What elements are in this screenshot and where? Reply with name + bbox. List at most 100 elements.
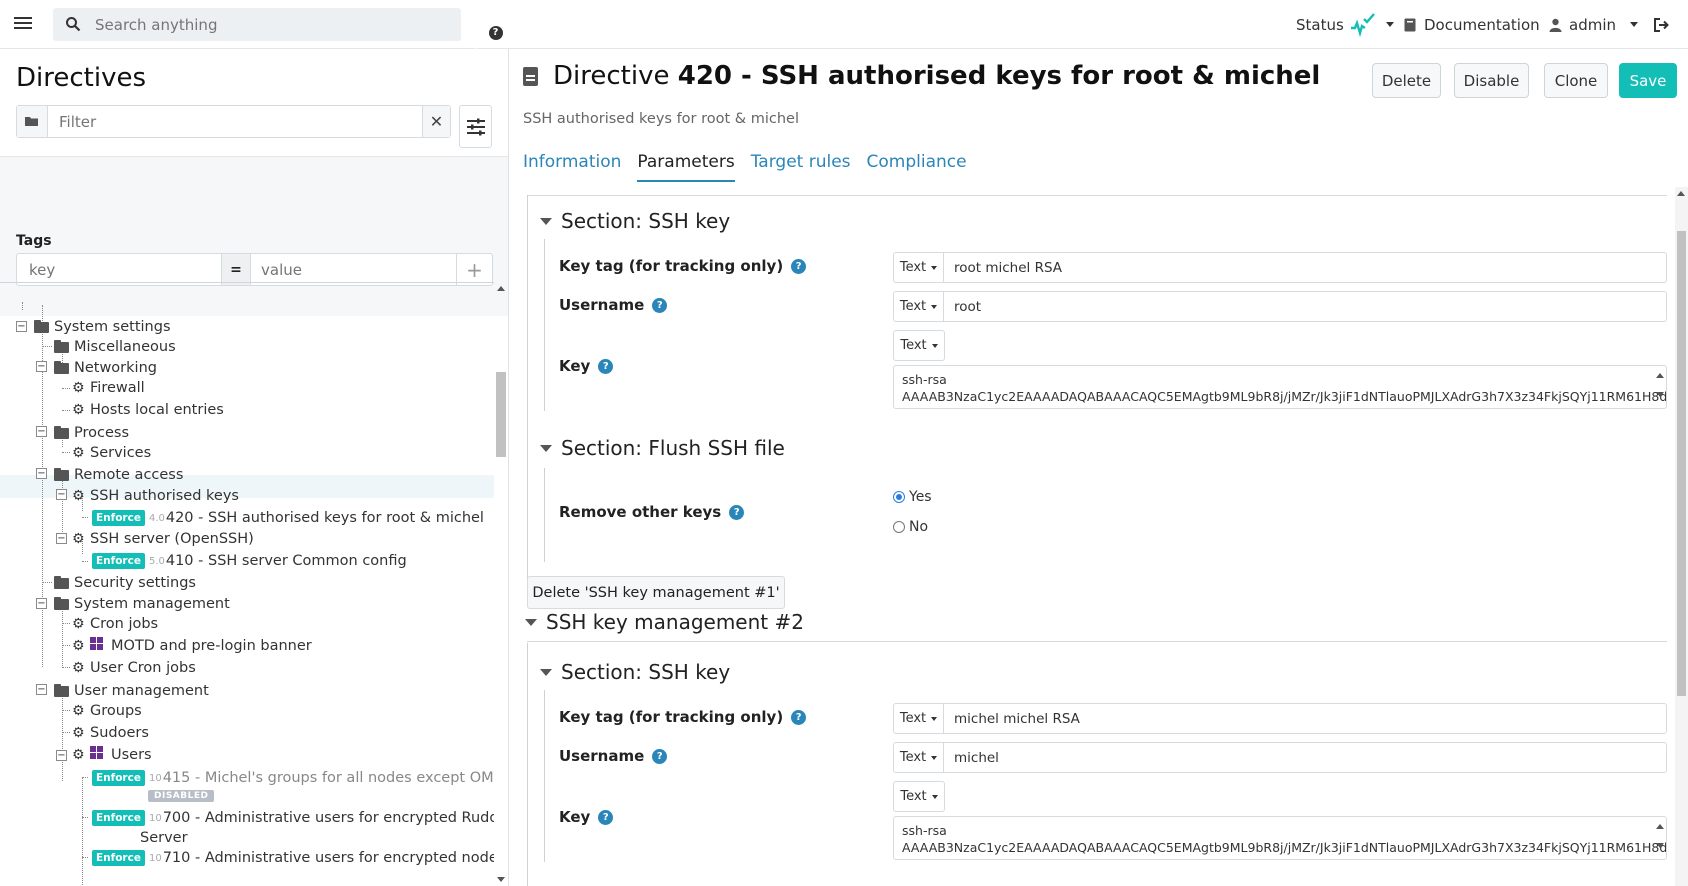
menu-icon[interactable] bbox=[14, 14, 32, 34]
user-menu[interactable]: admin bbox=[1549, 0, 1638, 49]
help-icon[interactable]: ? bbox=[729, 504, 745, 520]
radio-no[interactable]: No bbox=[893, 519, 928, 535]
scroll-thumb[interactable] bbox=[496, 372, 506, 457]
global-search: ? bbox=[53, 8, 503, 49]
radio-yes[interactable]: Yes bbox=[893, 489, 932, 505]
tree-category-networking[interactable]: Networking bbox=[54, 357, 157, 379]
scroll-up-icon[interactable] bbox=[497, 286, 505, 291]
tab-parameters[interactable]: Parameters bbox=[637, 152, 735, 182]
scroll-thumb[interactable] bbox=[1677, 231, 1686, 696]
ssh-key-management-2-header[interactable]: SSH key management #2 bbox=[525, 610, 804, 634]
type-dropdown[interactable]: Text bbox=[894, 292, 944, 321]
clone-button[interactable]: Clone bbox=[1544, 63, 1608, 98]
add-tag-button[interactable]: + bbox=[456, 254, 492, 285]
tree-directive-700[interactable]: Enforce 10 700 - Administrative users fo… bbox=[92, 807, 494, 829]
tree-category-system-management[interactable]: System management bbox=[54, 593, 230, 615]
tree-technique-groups[interactable]: ⚙ Groups bbox=[72, 700, 142, 722]
username-input[interactable]: root bbox=[954, 292, 981, 321]
username-input[interactable]: michel bbox=[954, 743, 999, 772]
tree-technique-sudoers[interactable]: ⚙ Sudoers bbox=[72, 722, 149, 744]
tree-technique-cron-jobs[interactable]: ⚙ Cron jobs bbox=[72, 613, 158, 635]
search-input[interactable] bbox=[95, 8, 465, 41]
collapse-toggle[interactable]: − bbox=[36, 598, 47, 609]
key-tag-input[interactable]: michel michel RSA bbox=[954, 704, 1080, 733]
collapse-toggle[interactable]: − bbox=[36, 468, 47, 479]
content-scrollbar[interactable] bbox=[1675, 187, 1688, 886]
tree-directive-420[interactable]: Enforce 4.0 420 - SSH authorised keys fo… bbox=[92, 507, 484, 529]
type-dropdown[interactable]: Text bbox=[894, 704, 944, 733]
tree-technique-users[interactable]: ⚙ Users bbox=[72, 744, 152, 766]
tag-value-input[interactable] bbox=[261, 254, 441, 285]
tree-category-system-settings[interactable]: System settings bbox=[34, 316, 171, 338]
tree-technique-ssh-authorised-keys[interactable]: ⚙ SSH authorised keys bbox=[72, 485, 239, 507]
scroll-down-icon[interactable] bbox=[497, 877, 505, 882]
tree-category-miscellaneous[interactable]: Miscellaneous bbox=[54, 336, 176, 358]
collapse-toggle[interactable]: − bbox=[56, 533, 67, 544]
key-textarea[interactable]: ssh-rsa AAAAB3NzaC1yc2EAAAADAQABAAACAQC5… bbox=[893, 816, 1667, 860]
documentation-link[interactable]: Documentation bbox=[1404, 0, 1540, 49]
section-flush-header[interactable]: Section: Flush SSH file bbox=[540, 436, 785, 460]
save-button[interactable]: Save bbox=[1619, 63, 1677, 98]
collapse-toggle[interactable]: − bbox=[36, 361, 47, 372]
filter-settings-button[interactable] bbox=[459, 105, 492, 148]
tree-scrollbar[interactable] bbox=[494, 282, 508, 886]
tree-directive-410[interactable]: Enforce 5.0 410 - SSH server Common conf… bbox=[92, 550, 407, 572]
tree-technique-ssh-server[interactable]: ⚙ SSH server (OpenSSH) bbox=[72, 528, 254, 550]
help-icon[interactable]: ? bbox=[791, 258, 807, 274]
type-label: Text bbox=[899, 750, 927, 765]
tree-directive-710[interactable]: Enforce 10 710 - Administrative users fo… bbox=[92, 847, 494, 869]
collapse-toggle[interactable]: − bbox=[56, 489, 67, 500]
folder-toggle-button[interactable] bbox=[17, 106, 48, 137]
documentation-label: Documentation bbox=[1424, 15, 1540, 34]
textarea-scrollbar[interactable] bbox=[1655, 818, 1665, 858]
tree-technique-firewall[interactable]: ⚙ Firewall bbox=[72, 377, 145, 399]
delete-section-button[interactable]: Delete 'SSH key management #1' bbox=[527, 576, 785, 609]
key-type-dropdown[interactable]: Text bbox=[893, 330, 945, 361]
tree-technique-hosts-local[interactable]: ⚙ Hosts local entries bbox=[72, 399, 224, 421]
tag-key-input[interactable] bbox=[29, 254, 214, 285]
logout-button[interactable] bbox=[1654, 0, 1670, 49]
collapse-toggle[interactable]: − bbox=[36, 684, 47, 695]
textarea-scrollbar[interactable] bbox=[1655, 367, 1665, 407]
chevron-down-icon bbox=[931, 343, 938, 348]
tree-category-user-management[interactable]: User management bbox=[54, 680, 209, 702]
help-icon[interactable]: ? bbox=[598, 358, 614, 374]
help-icon[interactable]: ? bbox=[598, 809, 614, 825]
key-type-dropdown[interactable]: Text bbox=[893, 781, 945, 812]
key-tag-input[interactable]: root michel RSA bbox=[954, 253, 1062, 282]
tree-directive-700-continued[interactable]: Server bbox=[140, 827, 188, 849]
tree-technique-user-cron[interactable]: ⚙ User Cron jobs bbox=[72, 657, 196, 679]
tree-technique-services[interactable]: ⚙ Services bbox=[72, 442, 151, 464]
tab-information[interactable]: Information bbox=[523, 152, 621, 182]
tree-directive-415[interactable]: Enforce 10 415 - Michel's groups for all… bbox=[92, 767, 494, 789]
tab-compliance[interactable]: Compliance bbox=[867, 152, 967, 182]
help-icon[interactable]: ? bbox=[652, 748, 668, 764]
divider bbox=[527, 641, 1667, 642]
collapse-toggle[interactable]: − bbox=[56, 750, 67, 761]
tree-category-remote-access[interactable]: Remote access bbox=[54, 464, 183, 486]
section-ssh-key-header[interactable]: Section: SSH key bbox=[540, 209, 730, 233]
search-help-button[interactable]: ? bbox=[476, 16, 514, 49]
help-icon[interactable]: ? bbox=[652, 297, 668, 313]
status-menu[interactable]: Status bbox=[1296, 0, 1394, 49]
disable-button[interactable]: Disable bbox=[1454, 63, 1529, 98]
filter-input[interactable] bbox=[59, 106, 409, 137]
tree-technique-motd[interactable]: ⚙ MOTD and pre-login banner bbox=[72, 635, 312, 657]
key-textarea[interactable]: ssh-rsa AAAAB3NzaC1yc2EAAAADAQABAAACAQC5… bbox=[893, 365, 1667, 409]
scroll-up-icon[interactable] bbox=[1656, 373, 1664, 378]
tree-category-security-settings[interactable]: Security settings bbox=[54, 572, 196, 594]
section-ssh-key-2-header[interactable]: Section: SSH key bbox=[540, 660, 730, 684]
scroll-up-icon[interactable] bbox=[1656, 824, 1664, 829]
scroll-down-icon[interactable] bbox=[1656, 392, 1664, 397]
delete-button[interactable]: Delete bbox=[1372, 63, 1441, 98]
collapse-toggle[interactable]: − bbox=[16, 321, 27, 332]
collapse-toggle[interactable]: − bbox=[36, 426, 47, 437]
help-icon[interactable]: ? bbox=[791, 709, 807, 725]
scroll-down-icon[interactable] bbox=[1656, 843, 1664, 848]
scroll-up-icon[interactable] bbox=[1677, 191, 1685, 196]
clear-filter-button[interactable]: ✕ bbox=[422, 106, 450, 137]
type-dropdown[interactable]: Text bbox=[894, 253, 944, 282]
tree-category-process[interactable]: Process bbox=[54, 422, 129, 444]
type-dropdown[interactable]: Text bbox=[894, 743, 944, 772]
tab-target-rules[interactable]: Target rules bbox=[751, 152, 851, 182]
